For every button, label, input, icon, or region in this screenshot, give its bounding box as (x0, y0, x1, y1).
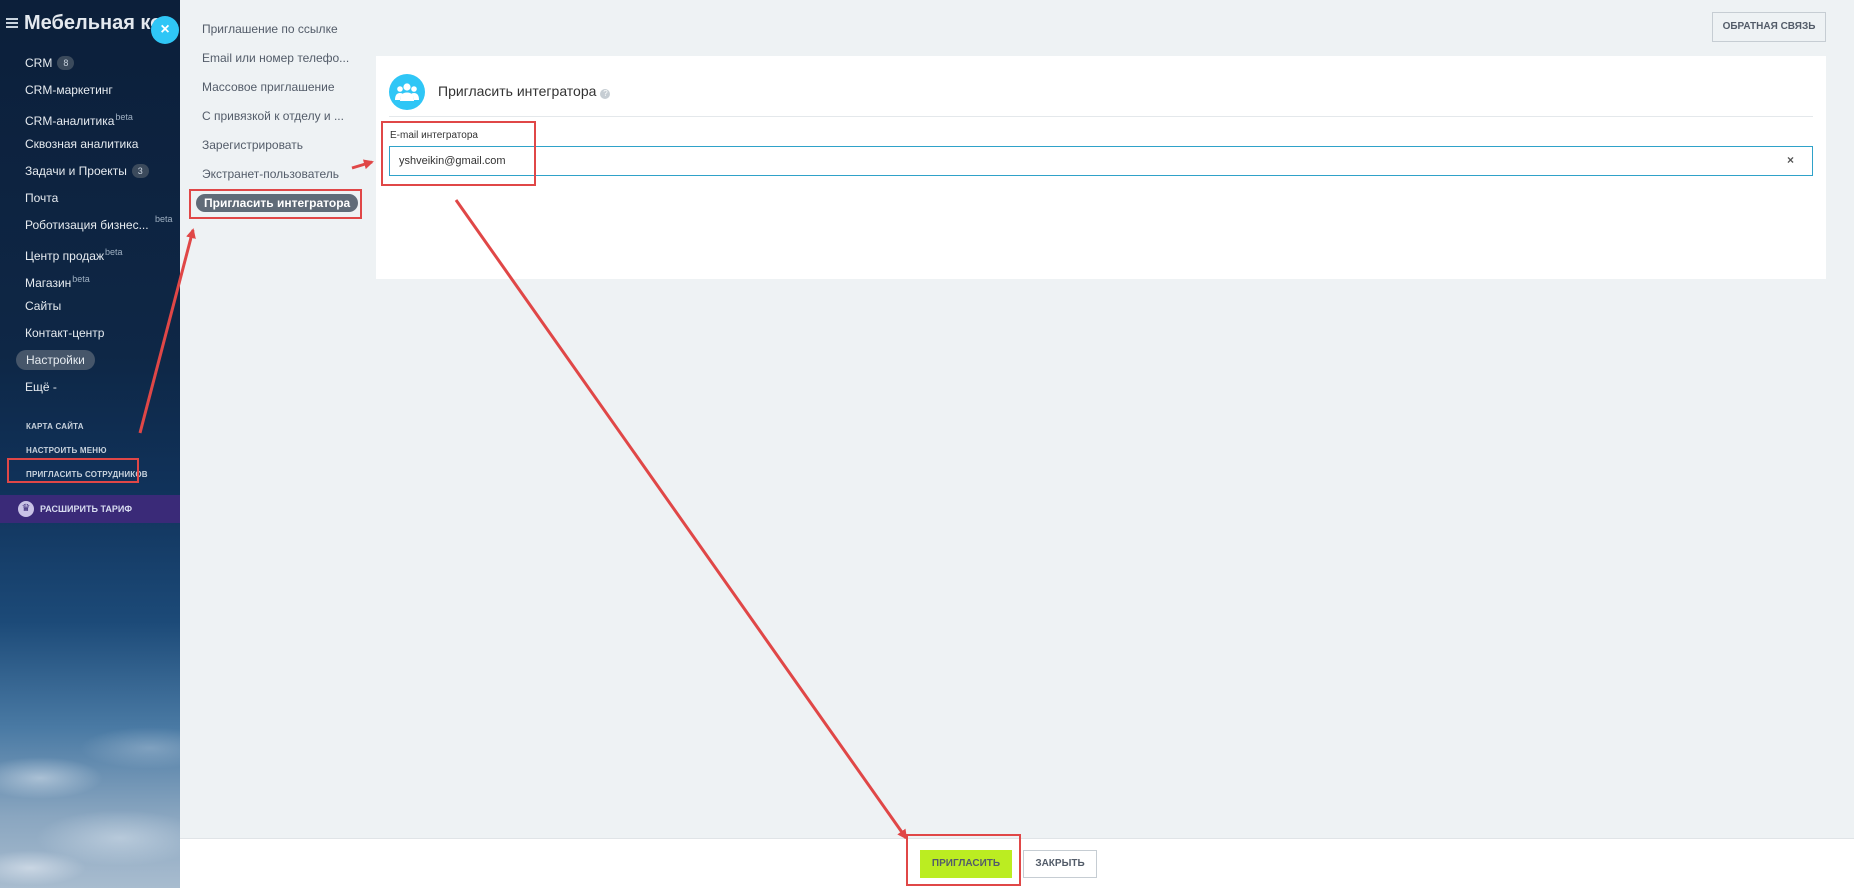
sidebar-item-tasks[interactable]: Задачи и Проекты 3 (0, 158, 180, 185)
company-name[interactable]: Мебельная компания (24, 12, 164, 35)
card-title: Пригласить интегратора? (438, 83, 611, 99)
divider (389, 116, 1813, 117)
clear-input-icon[interactable]: × (1787, 153, 1794, 167)
counter-badge: 8 (57, 56, 75, 70)
sidebar-item-crm-marketing[interactable]: CRM-маркетинг (0, 77, 180, 104)
site-map-link[interactable]: КАРТА САЙТА (0, 415, 180, 439)
feedback-button[interactable]: ОБРАТНАЯ СВЯЗЬ (1712, 12, 1826, 42)
sidebar-background (0, 628, 180, 888)
counter-badge: 3 (131, 164, 149, 178)
invite-integrator-card: Пригласить интегратора? E-mail интеграто… (376, 56, 1826, 279)
sidebar-item-sites[interactable]: Сайты (0, 293, 180, 320)
highlight-invite-button (906, 834, 1021, 886)
close-button[interactable]: ЗАКРЫТЬ (1023, 850, 1097, 878)
beta-label: beta (115, 112, 133, 122)
help-icon[interactable]: ? (600, 89, 611, 99)
sidebar-item-end-to-end-analytics[interactable]: Сквозная аналитика (0, 131, 180, 158)
sidebar-item-sales-center[interactable]: Центр продажbeta (0, 239, 180, 266)
sidebar-item-crm-analytics[interactable]: CRM-аналитикаbeta (0, 104, 180, 131)
sidebar-item-contact-center[interactable]: Контакт-центр (0, 320, 180, 347)
invite-method-mass[interactable]: Массовое приглашение (180, 73, 358, 102)
card-header: Пригласить интегратора? (376, 56, 1826, 116)
sidebar-item-settings[interactable]: Настройки (0, 347, 180, 374)
sidebar-menu: CRM 8 CRM-маркетинг CRM-аналитикаbeta Скв… (0, 50, 180, 401)
integrator-email-input[interactable]: yshveikin@gmail.com (389, 146, 1813, 176)
highlight-email-field (381, 121, 536, 186)
upgrade-plan-button[interactable]: ♛ РАСШИРИТЬ ТАРИФ (0, 495, 180, 523)
crown-icon: ♛ (18, 501, 34, 517)
left-sidebar: Мебельная компания CRM8 CRM-маркетинг CR… (0, 0, 180, 888)
beta-label: beta (72, 274, 90, 284)
sidebar-item-shop[interactable]: Магазинbeta (0, 266, 180, 293)
users-group-icon (389, 74, 425, 110)
invite-method-department[interactable]: С привязкой к отделу и ... (180, 102, 358, 131)
invite-method-link[interactable]: Приглашение по ссылке (180, 15, 358, 44)
invite-methods-menu: Приглашение по ссылке Email или номер те… (180, 15, 358, 218)
invite-method-extranet[interactable]: Экстранет-пользователь (180, 160, 358, 189)
sidebar-item-automation[interactable]: Роботизация бизнес... beta (0, 212, 180, 239)
sidebar-item-mail[interactable]: Почта (0, 185, 180, 212)
sidebar-item-crm[interactable]: CRM 8 (0, 50, 180, 77)
invite-method-register[interactable]: Зарегистрировать (180, 131, 358, 160)
beta-label: beta (155, 214, 173, 224)
highlight-invite-employees (7, 458, 139, 483)
highlight-integrator-tab (189, 189, 362, 219)
beta-label: beta (104, 247, 123, 257)
sidebar-item-more[interactable]: Ещё - (0, 374, 180, 401)
invite-method-email-phone[interactable]: Email или номер телефо... (180, 44, 358, 73)
menu-icon[interactable] (6, 18, 18, 28)
close-panel-icon[interactable]: × (151, 16, 179, 44)
